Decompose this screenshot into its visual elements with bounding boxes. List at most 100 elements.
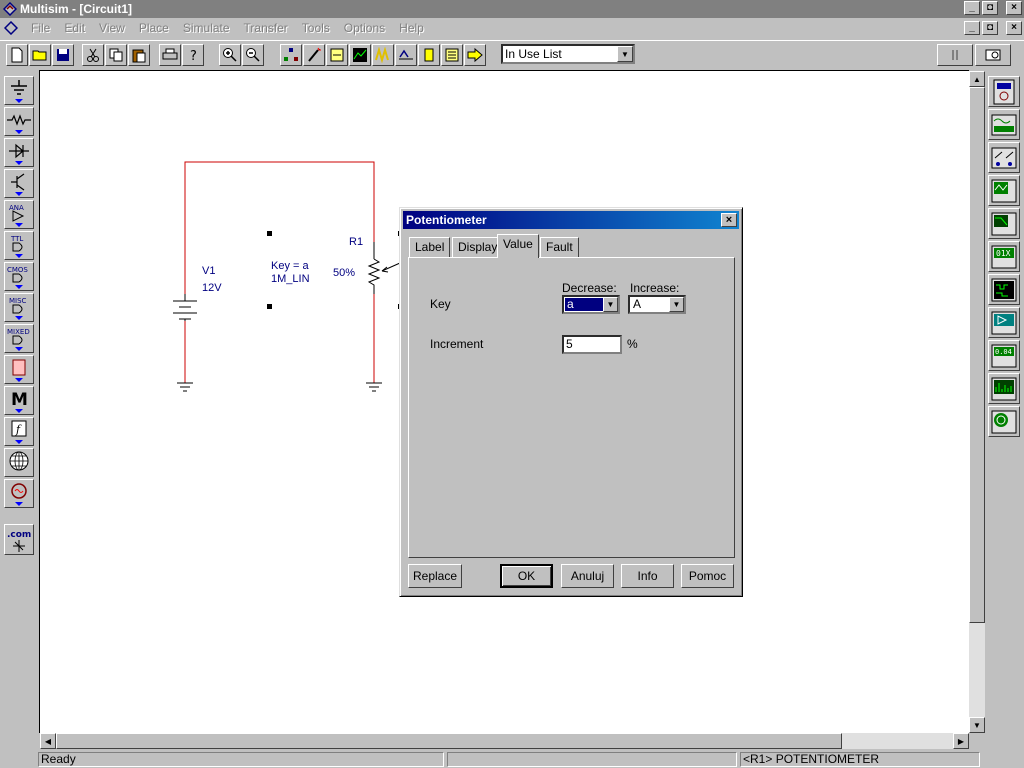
rf-button[interactable] [4, 448, 34, 477]
menu-place[interactable]: Place [132, 21, 176, 35]
maximize-button[interactable]: ◘ [982, 1, 998, 15]
menu-view[interactable]: View [92, 21, 132, 35]
chevron-down-icon[interactable]: ▼ [603, 297, 618, 312]
oscilloscope-button[interactable] [988, 175, 1020, 206]
spectrum-analyzer-button[interactable] [988, 373, 1020, 404]
tab-value[interactable]: Value [497, 234, 539, 258]
analog-button[interactable]: ANA [4, 200, 34, 229]
cmos-button[interactable]: CMOS [4, 262, 34, 291]
menu-file[interactable]: File [24, 21, 57, 35]
grapher-button[interactable] [349, 44, 371, 66]
chevron-down-icon[interactable]: ▼ [617, 46, 633, 62]
minimize-button[interactable]: _ [964, 1, 980, 15]
svg-text:?: ? [190, 49, 197, 63]
svg-text:MISC: MISC [9, 297, 27, 305]
save-button[interactable] [52, 44, 74, 66]
menu-tools[interactable]: Tools [295, 21, 337, 35]
tab-display[interactable]: Display [452, 237, 504, 257]
menu-simulate[interactable]: Simulate [176, 21, 237, 35]
transfer-button[interactable] [464, 44, 486, 66]
cut-button[interactable] [82, 44, 104, 66]
simulate-switch-button[interactable] [975, 44, 1011, 66]
edaparts-button[interactable]: .com [4, 524, 34, 555]
network-analyzer-button[interactable] [988, 406, 1020, 437]
open-file-button[interactable] [29, 44, 51, 66]
cmos-gate-icon: CMOS [7, 266, 28, 289]
svg-text:TTL: TTL [10, 235, 23, 243]
menu-options[interactable]: Options [337, 21, 392, 35]
basic-button[interactable] [4, 107, 34, 136]
zoom-in-button[interactable] [219, 44, 241, 66]
menu-transfer[interactable]: Transfer [237, 21, 295, 35]
ok-button[interactable]: OK [500, 564, 553, 588]
scroll-down-icon[interactable]: ▼ [969, 717, 985, 733]
simulate-pause-button[interactable] [937, 44, 973, 66]
distortion-analyzer-button[interactable]: 0.04 [988, 340, 1020, 371]
vertical-scroll-thumb[interactable] [969, 87, 985, 623]
menu-edit[interactable]: Edit [57, 21, 92, 35]
increase-key-select[interactable]: A ▼ [628, 295, 686, 314]
diodes-button[interactable] [4, 138, 34, 167]
bom-button[interactable] [418, 44, 440, 66]
postprocessor-button[interactable] [395, 44, 417, 66]
paste-button[interactable] [128, 44, 150, 66]
menu-help[interactable]: Help [392, 21, 431, 35]
print-button[interactable] [159, 44, 181, 66]
tab-label[interactable]: Label [409, 237, 451, 257]
horizontal-scrollbar[interactable]: ◀ ▶ [40, 733, 969, 749]
database-button[interactable] [303, 44, 325, 66]
scroll-right-icon[interactable]: ▶ [953, 733, 969, 749]
postprocessor-icon [399, 49, 413, 60]
vertical-scrollbar[interactable]: ▲ ▼ [969, 71, 985, 733]
cancel-button[interactable]: Anuluj [561, 564, 614, 588]
mixed-button[interactable]: MIXED [4, 324, 34, 353]
doc-minimize-button[interactable]: _ [964, 21, 980, 35]
waveform-icon [375, 47, 389, 63]
new-file-button[interactable] [6, 44, 28, 66]
controls-button[interactable]: f [4, 417, 34, 446]
info-button[interactable]: Info [621, 564, 674, 588]
replace-button[interactable]: Replace [408, 564, 462, 588]
dialog-close-button[interactable]: × [721, 213, 737, 227]
misc-digital-button[interactable]: MISC [4, 293, 34, 322]
tab-fault[interactable]: Fault [540, 237, 579, 257]
horizontal-scroll-thumb[interactable] [56, 733, 842, 749]
function-generator-button[interactable] [988, 109, 1020, 140]
question-mark-icon: ? [190, 49, 197, 63]
doc-restore-button[interactable]: ◘ [982, 21, 998, 35]
logic-analyzer-button[interactable] [988, 274, 1020, 305]
component-list-button[interactable] [280, 44, 302, 66]
decrease-key-select[interactable]: a ▼ [562, 295, 620, 314]
copy-button[interactable] [105, 44, 127, 66]
help-button[interactable]: ? [182, 44, 204, 66]
doc-close-button[interactable]: × [1006, 21, 1022, 35]
multimeter-button[interactable] [988, 76, 1020, 107]
logic-converter-button[interactable] [988, 307, 1020, 338]
word-generator-button[interactable]: 01X [988, 241, 1020, 272]
in-use-list-combo[interactable]: In Use List ▼ [501, 44, 635, 64]
close-button[interactable]: × [1006, 1, 1022, 15]
ttl-button[interactable]: TTL [4, 231, 34, 260]
scroll-left-icon[interactable]: ◀ [40, 733, 56, 749]
misc-button[interactable]: M [4, 386, 34, 415]
electromechanical-button[interactable] [4, 479, 34, 508]
scissors-icon [87, 48, 99, 62]
increment-input[interactable]: 5 [562, 335, 622, 354]
scroll-up-icon[interactable]: ▲ [969, 71, 985, 87]
folder-open-icon [32, 50, 47, 61]
zoom-out-button[interactable] [242, 44, 264, 66]
indicators-button[interactable] [4, 355, 34, 384]
wattmeter-button[interactable] [988, 142, 1020, 173]
create-component-button[interactable] [326, 44, 348, 66]
ground-source-icon [11, 79, 27, 103]
help-dialog-button[interactable]: Pomoc [681, 564, 734, 588]
transistors-button[interactable] [4, 169, 34, 198]
sources-button[interactable] [4, 76, 34, 105]
report-button[interactable] [441, 44, 463, 66]
bode-plotter-button[interactable] [988, 208, 1020, 239]
zoom-out-icon [246, 48, 260, 62]
document-icon[interactable] [4, 21, 18, 35]
r1-name-label: R1 [349, 236, 364, 248]
chevron-down-icon[interactable]: ▼ [669, 297, 684, 312]
analysis-button[interactable] [372, 44, 394, 66]
